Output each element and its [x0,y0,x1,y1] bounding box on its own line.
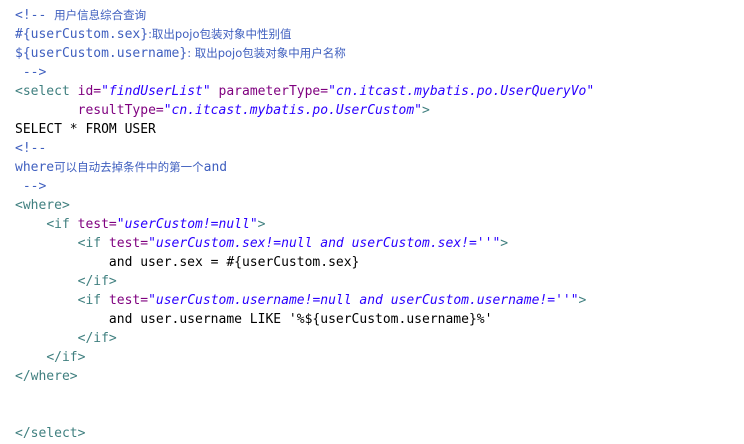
code-token-value: "userCustom!=null" [116,217,258,232]
code-token-comment: --> [15,179,47,194]
code-line: <select id="findUserList" parameterType=… [15,82,744,101]
code-token-comment: where [15,160,55,175]
code-token-tag: <where> [15,198,70,213]
code-token-attr: resultType= [77,103,164,118]
code-line: <!-- 用户信息综合查询 [15,6,744,25]
code-token-tag: </if> [46,350,86,365]
code-token-value: "cn.itcast.mybatis.po.UserCustom" [163,103,422,118]
code-token-comment: ${userCustom.username} [15,46,188,61]
code-token-comment: #{userCustom.sex} [15,27,149,42]
code-token-tag: </if> [77,331,117,346]
code-token-tag: <select [15,84,70,99]
code-line: ${userCustom.username}: 取出pojo包装对象中用户名称 [15,44,744,63]
code-token-tag: <if [77,236,102,251]
code-line: SELECT * FROM USER [15,120,744,139]
code-line: </if> [15,348,744,367]
code-line: resultType="cn.itcast.mybatis.po.UserCus… [15,101,744,120]
code-line: </if> [15,272,744,291]
code-line: <if test="userCustom.username!=null and … [15,291,744,310]
code-line: </if> [15,329,744,348]
code-token-tag: > [500,236,509,251]
code-line: <where> [15,196,744,215]
code-line: --> [15,63,744,82]
code-line: <!-- [15,139,744,158]
code-token-comment: and [203,160,228,175]
code-token-plain: SELECT * FROM USER [15,122,156,137]
code-token-value: "userCustom.username!=null and userCusto… [148,293,579,308]
code-token-tag: </select> [15,426,86,441]
code-token-tag: > [578,293,587,308]
code-token-value: "userCustom.sex!=null and userCustom.sex… [148,236,501,251]
code-token-comment: --> [15,65,47,80]
code-token-comment: 可以自动去掉条件中的第一个 [54,160,204,174]
code-token-tag: <if [77,293,102,308]
code-token-comment: 用户信息综合查询 [54,8,147,22]
code-token-tag: </if> [77,274,117,289]
code-line: </where> [15,367,744,386]
code-token-tag: > [257,217,266,232]
code-token-attr: id= [77,84,102,99]
code-token-tag: > [422,103,430,118]
code-line: #{userCustom.sex}:取出pojo包装对象中性别值 [15,25,744,44]
code-token-comment: <!-- [15,141,47,156]
code-token-comment: : 取出pojo包装对象中用户名称 [187,46,346,60]
code-token-tag: </where> [15,369,78,384]
code-line: </select> [15,424,744,443]
code-token-value: "cn.itcast.mybatis.po.UserQueryVo" [328,84,595,99]
code-token-tag: <if [46,217,70,232]
code-token-attr: parameterType= [218,84,329,99]
code-line: <if test="userCustom.sex!=null and userC… [15,234,744,253]
code-token-value: "findUserList" [101,84,211,99]
code-line: where可以自动去掉条件中的第一个and [15,158,744,177]
code-token-attr: test= [77,217,117,232]
code-token-plain: and user.sex = #{userCustom.sex} [15,255,360,270]
code-token-plain: and user.username LIKE '%${userCustom.us… [15,312,493,327]
code-token-comment: <!-- [15,8,55,23]
code-line: --> [15,177,744,196]
code-token-comment: :取出pojo包装对象中性别值 [148,27,292,41]
code-line: and user.sex = #{userCustom.sex} [15,253,744,272]
code-editor[interactable]: <!-- 用户信息综合查询 #{userCustom.sex}:取出pojo包装对… [0,0,744,444]
code-token-attr: test= [108,293,149,308]
code-line: and user.username LIKE '%${userCustom.us… [15,310,744,329]
code-token-attr: test= [108,236,149,251]
code-line: <if test="userCustom!=null"> [15,215,744,234]
